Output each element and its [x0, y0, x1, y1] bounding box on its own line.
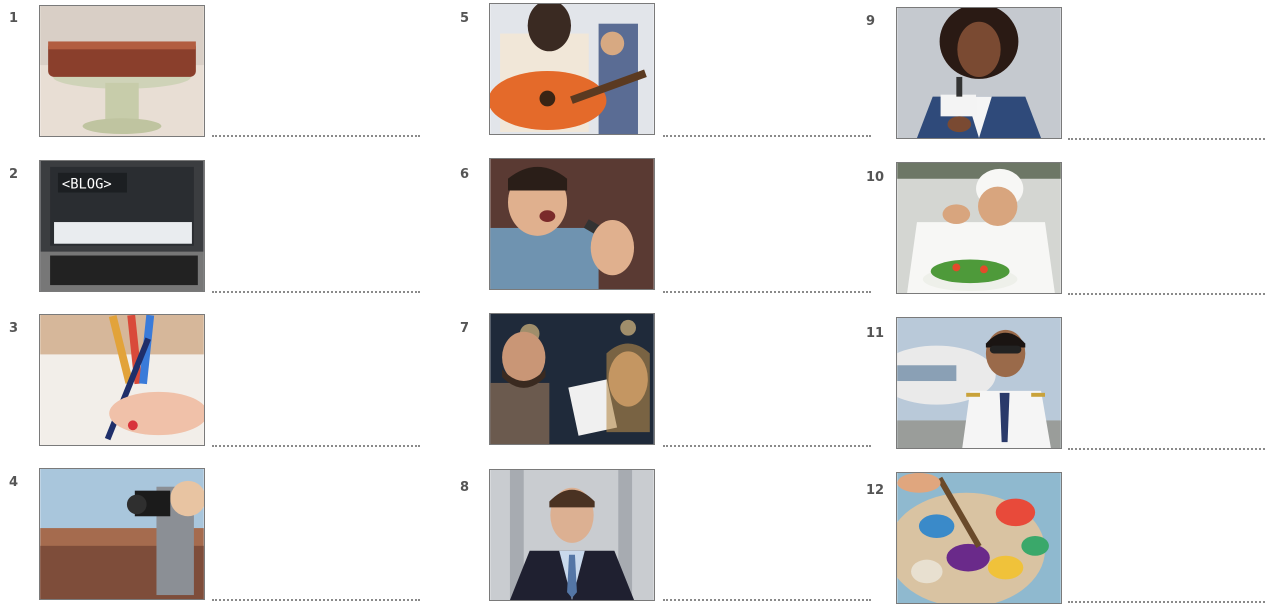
item-number: 11: [866, 326, 885, 341]
answer-line[interactable]: [663, 291, 871, 293]
answer-line[interactable]: [1068, 138, 1265, 140]
item-number: 3: [9, 321, 19, 336]
chef-photo: [896, 162, 1062, 294]
actors-script-photo: [489, 313, 655, 445]
answer-line[interactable]: [212, 599, 420, 601]
item-number: 2: [9, 167, 19, 182]
item-number: 4: [9, 475, 19, 490]
paint-palette-photo: [896, 472, 1062, 604]
answer-line[interactable]: [1068, 448, 1265, 450]
answer-line[interactable]: [663, 599, 871, 601]
laptop-blog-photo: <BLOG>: [39, 160, 205, 292]
answer-line[interactable]: [663, 445, 871, 447]
svg-text:<BLOG>: <BLOG>: [62, 177, 112, 193]
item-number: 8: [460, 480, 470, 495]
photographer-photo: [39, 468, 205, 600]
item-number: 5: [460, 11, 470, 26]
item-number: 10: [866, 170, 885, 185]
answer-line[interactable]: [212, 135, 420, 137]
item-number: 7: [460, 321, 470, 336]
answer-line[interactable]: [1068, 293, 1265, 295]
answer-line[interactable]: [212, 445, 420, 447]
writing-hand-photo: [39, 314, 205, 446]
answer-line[interactable]: [663, 135, 871, 137]
item-number: 9: [866, 14, 876, 29]
answer-line[interactable]: [212, 291, 420, 293]
item-number: 6: [460, 167, 470, 182]
businessman-photo: [489, 469, 655, 601]
item-number: 12: [866, 483, 885, 498]
cake-photo: [39, 5, 205, 137]
guitar-photo: [489, 3, 655, 135]
answer-line[interactable]: [1068, 601, 1265, 603]
reporter-photo: [896, 7, 1062, 139]
singer-photo: [489, 158, 655, 290]
item-number: 1: [9, 11, 19, 26]
pilot-photo: [896, 317, 1062, 449]
